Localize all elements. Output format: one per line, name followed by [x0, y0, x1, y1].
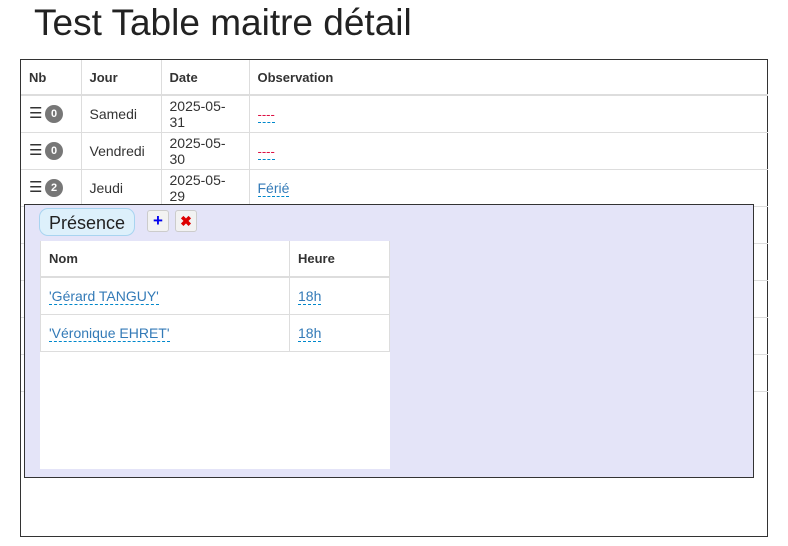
plus-icon[interactable]: +: [147, 210, 169, 232]
column-header-observation[interactable]: Observation: [249, 60, 768, 96]
column-header-date[interactable]: Date: [161, 60, 250, 96]
detail-row[interactable]: 'Véronique EHRET' 18h: [40, 314, 390, 352]
observation-cell: ----: [249, 95, 768, 133]
nb-cell: ☰ 2: [21, 169, 82, 207]
detail-title: Présence: [39, 208, 136, 236]
nb-cell: ☰ 0: [21, 95, 82, 133]
master-row[interactable]: ☰ 0 Vendredi 2025-05-30 ----: [21, 132, 768, 170]
heure-cell: 18h: [289, 277, 390, 315]
observation-cell: ----: [249, 132, 768, 170]
heure-editable[interactable]: 18h: [298, 287, 322, 305]
close-icon[interactable]: ✖: [175, 210, 197, 232]
jour-cell: Samedi: [81, 95, 162, 133]
column-header-heure[interactable]: Heure: [289, 241, 390, 278]
hamburger-icon[interactable]: ☰: [29, 178, 43, 196]
column-header-nom[interactable]: Nom: [40, 241, 290, 278]
heure-cell: 18h: [289, 314, 390, 352]
observation-editable[interactable]: Férié: [257, 179, 290, 197]
count-badge[interactable]: 2: [45, 179, 63, 198]
detail-table-container: Nom Heure 'Gérard TANGUY' 18h 'Véronique…: [40, 241, 390, 469]
master-row[interactable]: ☰ 2 Jeudi 2025-05-29 Férié: [21, 169, 768, 207]
nom-editable[interactable]: 'Véronique EHRET': [49, 324, 170, 342]
count-badge[interactable]: 0: [45, 105, 63, 124]
nb-cell: ☰ 0: [21, 132, 82, 170]
detail-table: Nom Heure 'Gérard TANGUY' 18h 'Véronique…: [40, 241, 390, 352]
observation-editable[interactable]: ----: [257, 106, 275, 123]
count-badge[interactable]: 0: [45, 142, 63, 161]
nom-cell: 'Gérard TANGUY': [40, 277, 290, 315]
jour-cell: Vendredi: [81, 132, 162, 170]
observation-cell: Férié: [249, 169, 768, 207]
hamburger-icon[interactable]: ☰: [29, 104, 43, 122]
jour-cell: Jeudi: [81, 169, 162, 207]
page-title: Test Table maitre détail: [34, 2, 412, 43]
heure-editable[interactable]: 18h: [298, 324, 322, 342]
column-header-nb[interactable]: Nb: [21, 60, 82, 96]
detail-panel: Présence + ✖ Nom Heure 'Gérard TANGUY' 1…: [24, 204, 754, 478]
observation-editable[interactable]: ----: [257, 143, 275, 160]
date-cell: 2025-05-30: [161, 132, 250, 170]
column-header-jour[interactable]: Jour: [81, 60, 162, 96]
detail-row[interactable]: 'Gérard TANGUY' 18h: [40, 277, 390, 315]
hamburger-icon[interactable]: ☰: [29, 141, 43, 159]
master-row[interactable]: ☰ 0 Samedi 2025-05-31 ----: [21, 95, 768, 133]
nom-editable[interactable]: 'Gérard TANGUY': [49, 287, 159, 305]
date-cell: 2025-05-31: [161, 95, 250, 133]
date-cell: 2025-05-29: [161, 169, 250, 207]
nom-cell: 'Véronique EHRET': [40, 314, 290, 352]
detail-header-row: Nom Heure: [40, 241, 390, 278]
master-header-row: Nb Jour Date Observation: [21, 60, 768, 96]
